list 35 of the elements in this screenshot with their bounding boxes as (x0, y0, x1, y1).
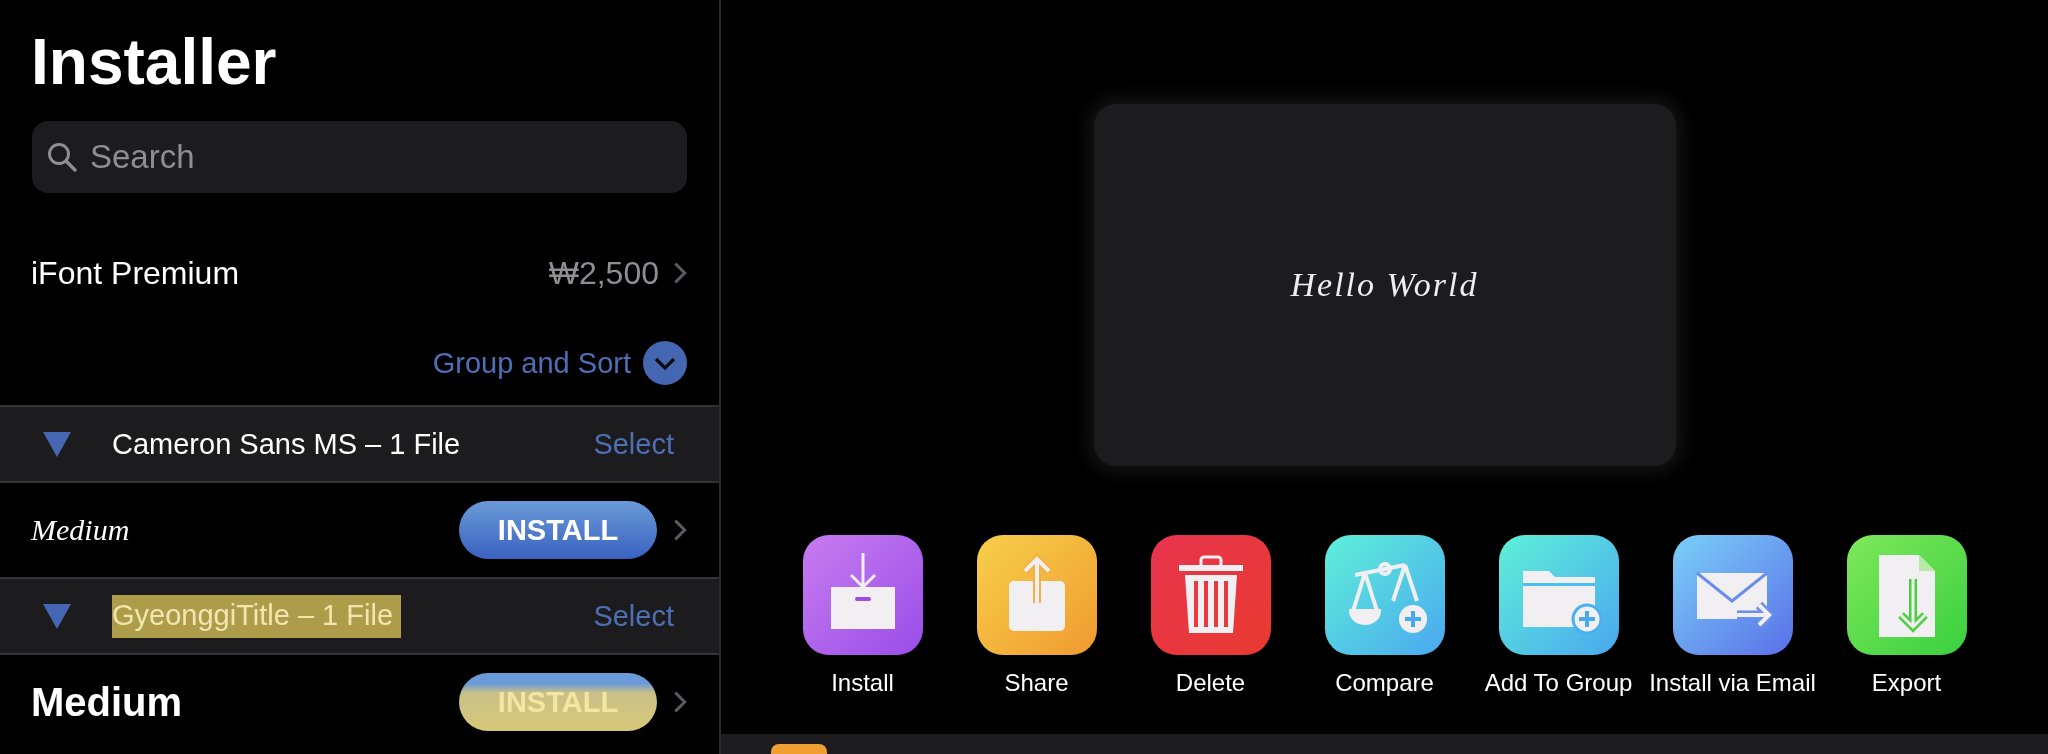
share-icon[interactable] (976, 535, 1097, 655)
chevron-icon (673, 690, 687, 714)
price: ₩2,500 (548, 254, 659, 292)
action-label: Install (831, 669, 894, 697)
premium-label[interactable]: iFont Premium (31, 254, 549, 292)
group-title: GyeonggiTitle – 1 File (112, 594, 401, 638)
group-header[interactable]: Cameron Sans MS – 1 File Select (0, 405, 719, 483)
sidebar-title: Installer (30, 25, 278, 99)
group-header[interactable]: GyeonggiTitle – 1 File Select (0, 577, 719, 655)
select-link[interactable]: Select (593, 599, 674, 633)
dropdown-icon[interactable] (643, 341, 687, 385)
action-label: Export (1871, 669, 1942, 697)
disclosure-triangle-icon[interactable] (42, 430, 72, 458)
scale-icon[interactable] (1324, 535, 1445, 655)
preview-text: Hello World (1290, 266, 1479, 304)
font-style-name: Medium (31, 513, 131, 547)
trash-icon[interactable] (1150, 535, 1271, 655)
disclosure-triangle-icon[interactable] (42, 602, 72, 630)
font-style-name: Medium (31, 679, 184, 725)
group-sort-link[interactable]: Group and Sort (432, 346, 631, 380)
group-title: Cameron Sans MS – 1 File (112, 427, 462, 461)
chevron-icon (673, 518, 687, 542)
document-download-icon[interactable] (1846, 535, 1967, 655)
action-label: Delete (1175, 669, 1246, 697)
box-download-icon[interactable] (802, 535, 923, 655)
action-label: Add To Group (1484, 669, 1633, 697)
select-link[interactable]: Select (593, 427, 674, 461)
action-label: Install via Email (1649, 669, 1816, 697)
envelope-icon[interactable] (1672, 535, 1793, 655)
action-label: Share (1004, 669, 1069, 697)
search-field[interactable]: Search (32, 121, 687, 193)
action-label: Compare (1335, 669, 1434, 697)
chevron-icon (673, 261, 687, 285)
install-button[interactable]: INSTALL (459, 501, 657, 559)
folder-add-icon[interactable] (1498, 535, 1619, 655)
